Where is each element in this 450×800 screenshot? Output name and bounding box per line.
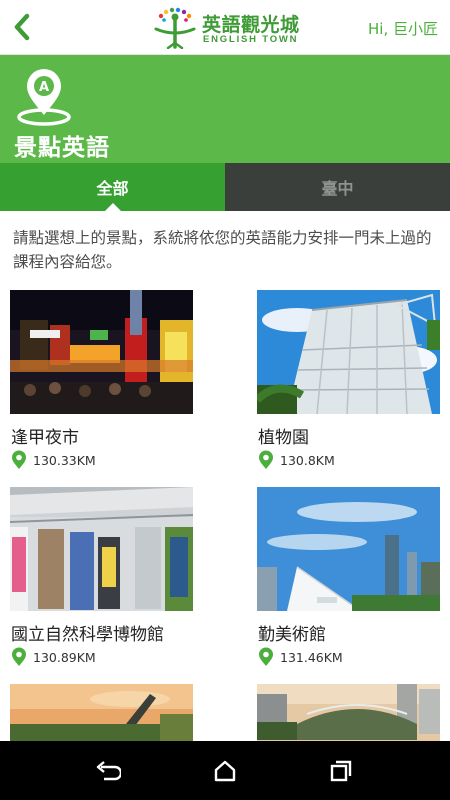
section-header: A 景點英語 xyxy=(0,55,450,163)
chevron-left-icon xyxy=(14,13,30,41)
spot-name: 逢甲夜市 xyxy=(11,428,79,448)
region-tabs: 全部 臺中 xyxy=(0,163,450,211)
spot-photo xyxy=(9,487,194,611)
home-icon xyxy=(214,760,236,782)
tab-taichung[interactable]: 臺中 xyxy=(225,163,450,211)
distance-value: 130.8KM xyxy=(280,452,335,468)
location-pin-icon: A xyxy=(17,69,71,126)
spot-photo xyxy=(10,290,193,414)
logo-english-text: ENGLISH TOWN xyxy=(203,34,299,45)
top-app-bar: 英語觀光城 ENGLISH TOWN Hi, 巨小匠 xyxy=(0,0,450,55)
spot-distance: 130.89KM xyxy=(11,647,96,667)
pin-letter: A xyxy=(39,80,49,95)
spot-card[interactable]: 勤美術館 131.46KM xyxy=(257,487,440,666)
system-navigation-bar xyxy=(0,741,450,800)
distance-value: 130.33KM xyxy=(33,452,96,468)
page-title: 景點英語 xyxy=(14,135,110,161)
back-icon xyxy=(96,761,121,781)
spot-card[interactable]: 國立自然科學博物館 130.89KM xyxy=(9,487,194,666)
nav-back-button[interactable] xyxy=(93,756,123,786)
recents-icon xyxy=(330,760,352,782)
spot-photo xyxy=(257,487,440,611)
instruction-text: 請點選想上的景點，系統將依您的英語能力安排一門未上過的課程內容給您。 xyxy=(13,229,432,271)
spot-distance: 131.46KM xyxy=(258,647,343,667)
spot-distance: 130.8KM xyxy=(258,450,335,470)
tab-all[interactable]: 全部 xyxy=(0,163,225,211)
spot-name: 國立自然科學博物館 xyxy=(11,625,164,645)
map-pin-icon xyxy=(259,450,273,469)
logo-tree-icon xyxy=(154,7,196,49)
spot-card[interactable]: 逢甲夜市 130.33KM xyxy=(10,290,193,469)
map-pin-icon xyxy=(259,647,273,666)
spot-name: 植物園 xyxy=(258,428,309,448)
spot-card[interactable]: 植物園 130.8KM xyxy=(254,290,440,469)
map-pin-icon xyxy=(12,647,26,666)
map-pin-icon xyxy=(12,450,26,469)
distance-value: 130.89KM xyxy=(33,649,96,665)
nav-recents-button[interactable] xyxy=(326,756,356,786)
back-button[interactable] xyxy=(8,10,36,44)
user-greeting[interactable]: Hi, 巨小匠 xyxy=(368,18,438,39)
spot-distance: 130.33KM xyxy=(11,450,96,470)
nav-home-button[interactable] xyxy=(210,756,240,786)
spot-name: 勤美術館 xyxy=(258,625,326,645)
spot-photo xyxy=(254,290,440,415)
english-town-logo: 英語觀光城 ENGLISH TOWN xyxy=(152,7,302,49)
logo-chinese-text: 英語觀光城 xyxy=(202,14,300,36)
distance-value: 131.46KM xyxy=(280,649,343,665)
